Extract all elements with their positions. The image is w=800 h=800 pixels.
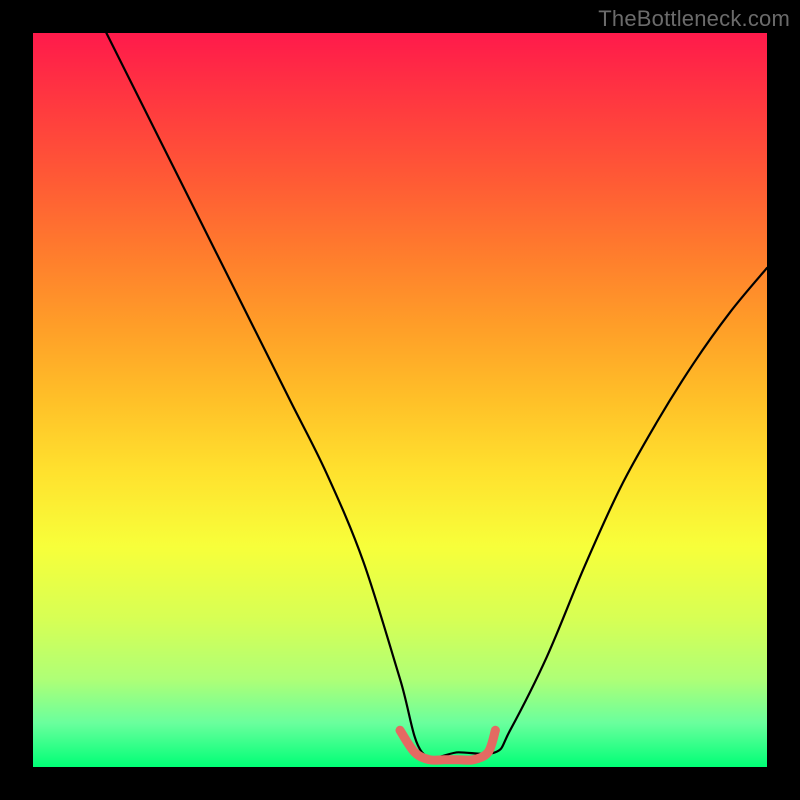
chart-frame: TheBottleneck.com [0, 0, 800, 800]
bottleneck-curve [106, 33, 767, 758]
plot-area [33, 33, 767, 767]
watermark-text: TheBottleneck.com [598, 6, 790, 32]
curve-svg [33, 33, 767, 767]
